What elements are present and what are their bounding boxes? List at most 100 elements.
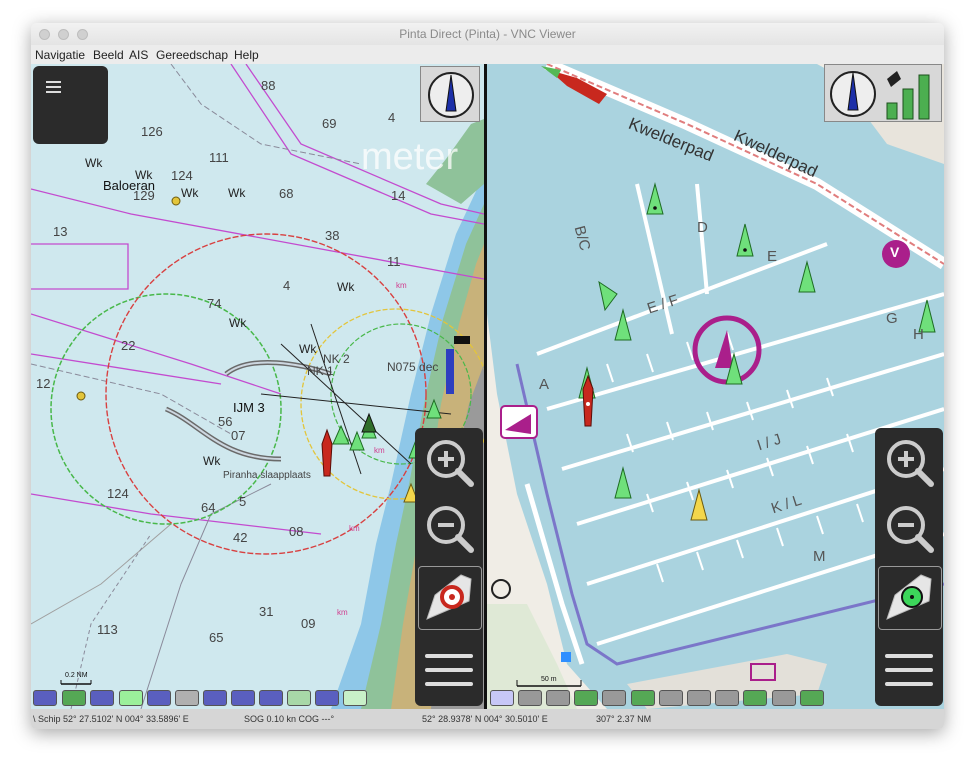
menu-bar: Navigatie Beeld AIS Gereedschap Help	[31, 45, 944, 64]
status-bar: \ Schip 52° 27.5102' N 004° 33.5896' E S…	[31, 709, 944, 729]
layer-toggle[interactable]	[800, 690, 824, 706]
sounding-14: 14	[391, 188, 406, 203]
layer-toggle[interactable]	[90, 690, 114, 706]
zoom-out-icon	[887, 506, 934, 553]
layer-toggle[interactable]	[231, 690, 255, 706]
layer-toggle[interactable]	[147, 690, 171, 706]
compass-signal-icon	[830, 71, 930, 120]
map-menu-button[interactable]	[879, 640, 939, 700]
left-map-controls	[415, 428, 483, 706]
pier-label-m: M	[813, 548, 826, 565]
sounding-111: 111	[209, 150, 229, 165]
sounding-56: 56	[218, 414, 233, 429]
nautical-chart-view[interactable]: 88 126 69 4 111 124 129 68 14 13 38 11 4…	[31, 64, 484, 709]
sounding-4: 4	[388, 110, 396, 125]
piranha-label: Piranha slaapplaats	[223, 470, 311, 481]
vnc-window: Pinta Direct (Pinta) - VNC Viewer Naviga…	[31, 23, 944, 729]
sounding-31: 31	[259, 604, 274, 619]
menu-beeld[interactable]: Beeld	[93, 48, 124, 62]
sounding-38: 38	[325, 228, 340, 243]
layer-toggle[interactable]	[546, 690, 570, 706]
layer-toggle[interactable]	[574, 690, 598, 706]
menu-lines-icon	[425, 654, 473, 686]
km-marker: km	[337, 608, 348, 617]
zoom-out-button[interactable]	[419, 498, 479, 558]
layer-toggle[interactable]	[715, 690, 739, 706]
wreck-label: Wk	[203, 454, 221, 468]
center-boat-button[interactable]	[878, 566, 942, 630]
layer-toggle[interactable]	[119, 690, 143, 706]
sounding-68: 68	[279, 186, 294, 201]
boat-icon	[426, 574, 472, 620]
ijm3-label: IJM 3	[233, 400, 265, 415]
layer-toggle[interactable]	[518, 690, 542, 706]
layer-toggle[interactable]	[659, 690, 683, 706]
zoom-in-icon	[887, 440, 934, 487]
sounding-09: 09	[301, 616, 316, 631]
sounding-42: 42	[233, 530, 248, 545]
sounding-126: 126	[141, 124, 163, 139]
wreck-label: Wk	[337, 280, 355, 294]
sounding-64: 64	[201, 500, 216, 515]
window-title: Pinta Direct (Pinta) - VNC Viewer	[399, 27, 576, 41]
compass-icon	[428, 72, 474, 118]
pier-label-d: D	[697, 219, 708, 236]
sounding-74: 74	[207, 296, 222, 311]
layer-toggle[interactable]	[287, 690, 311, 706]
pier-label-a: A	[539, 376, 550, 393]
sounding-08: 08	[289, 524, 304, 539]
zoom-in-button[interactable]	[419, 432, 479, 492]
meter-watermark: meter	[361, 136, 459, 178]
layer-toggle[interactable]	[687, 690, 711, 706]
layer-toggle[interactable]	[259, 690, 283, 706]
zoom-out-button[interactable]	[879, 498, 939, 558]
layer-toggle[interactable]	[62, 690, 86, 706]
compass-button[interactable]	[420, 66, 480, 122]
poi-v-label: V	[890, 244, 900, 260]
layer-toggle[interactable]	[772, 690, 796, 706]
zoom-in-button[interactable]	[879, 432, 939, 492]
hamburger-icon	[46, 81, 61, 93]
wreck-label: Wk	[229, 316, 247, 330]
ship-position: \ Schip 52° 27.5102' N 004° 33.5896' E	[33, 714, 189, 724]
km-marker: km	[349, 524, 360, 533]
sounding-07a: 07	[231, 428, 246, 443]
layer-toggle[interactable]	[315, 690, 339, 706]
menu-navigatie[interactable]: Navigatie	[35, 48, 85, 62]
layer-toggle[interactable]	[490, 690, 514, 706]
menu-help[interactable]: Help	[234, 48, 259, 62]
map-menu-button[interactable]	[419, 640, 479, 700]
layer-toggle[interactable]	[743, 690, 767, 706]
sounding-22: 22	[121, 338, 136, 353]
layer-toggle[interactable]	[203, 690, 227, 706]
layer-toggle[interactable]	[33, 690, 57, 706]
menu-lines-icon	[885, 654, 933, 686]
street-map-view[interactable]: Kwelderpad Kwelderpad B/C D E E / F A G …	[487, 64, 944, 709]
nk1-label: NK 1	[307, 364, 334, 378]
wreck-label: Wk	[85, 156, 103, 170]
sounding-13: 13	[53, 224, 68, 239]
menu-gereedschap[interactable]: Gereedschap	[156, 48, 228, 62]
sounding-88: 88	[261, 78, 276, 93]
nk2-label: NK 2	[323, 352, 350, 366]
layer-toggle[interactable]	[602, 690, 626, 706]
sounding-12: 12	[36, 376, 51, 391]
layer-toggle[interactable]	[631, 690, 655, 706]
wreck-label: Wk	[181, 186, 199, 200]
wreck-label: Wk	[299, 342, 317, 356]
side-menu-button[interactable]	[33, 66, 108, 144]
title-bar: Pinta Direct (Pinta) - VNC Viewer	[31, 23, 944, 46]
layer-toggle[interactable]	[175, 690, 199, 706]
pier-label-e: E	[767, 248, 778, 265]
pier-label-g: G	[886, 310, 898, 327]
scale-label: 50 m	[541, 676, 557, 683]
menu-ais[interactable]: AIS	[129, 48, 148, 62]
sounding-5: 5	[239, 494, 247, 509]
status-widget[interactable]	[824, 64, 942, 122]
layer-toggle[interactable]	[343, 690, 367, 706]
center-boat-button[interactable]	[418, 566, 482, 630]
pier-label-h: H	[913, 326, 924, 343]
sounding-69: 69	[322, 116, 337, 131]
cursor-position: 52° 28.9378' N 004° 30.5010' E	[422, 714, 548, 724]
scale-label: 0.2 NM	[65, 672, 88, 679]
